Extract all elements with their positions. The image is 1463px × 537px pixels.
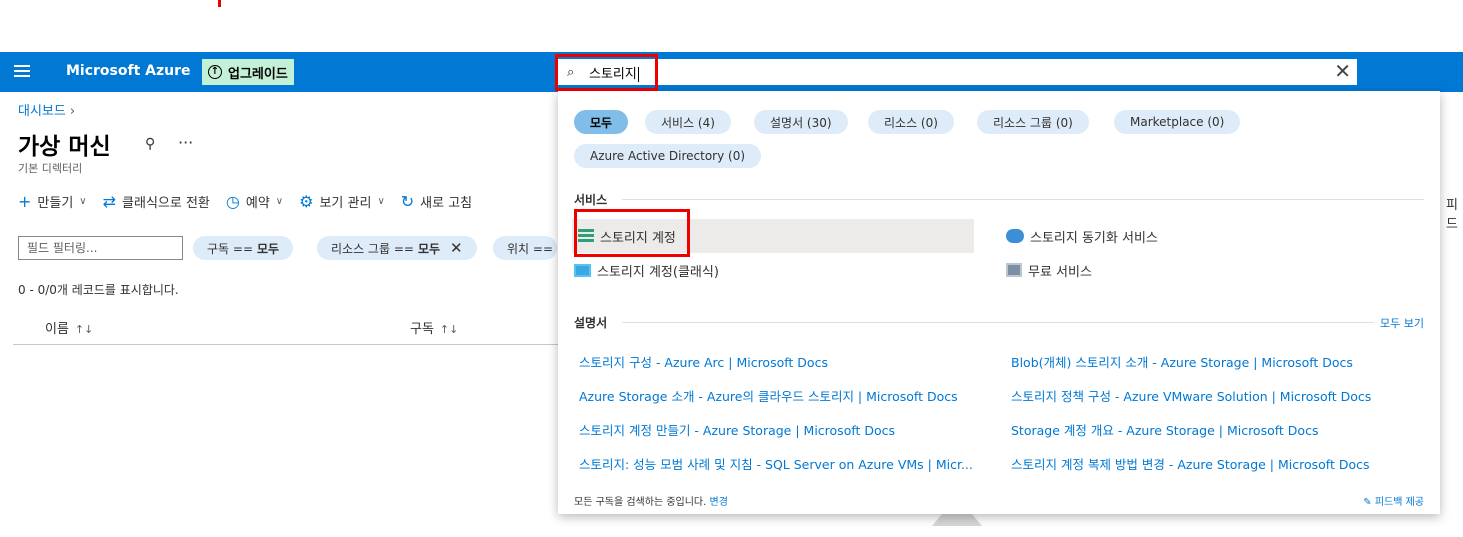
plus-icon: + [18, 192, 32, 211]
manage-view-label: 보기 관리 [319, 196, 372, 211]
breadcrumb: 대시보드 › [18, 100, 75, 119]
chip-resources[interactable]: 리소스 (0) [868, 110, 954, 134]
see-all-docs-link[interactable]: 모두 보기 [1380, 315, 1424, 331]
docs-section-title: 설명서 [574, 316, 608, 330]
breadcrumb-dashboard-link[interactable]: 대시보드 [18, 104, 66, 119]
chip-documentation[interactable]: 설명서 (30) [754, 110, 848, 134]
search-scope-text: 모든 구독을 검색하는 중입니다. [574, 497, 707, 508]
doc-link[interactable]: Storage 계정 개요 - Azure Storage | Microsof… [1011, 420, 1318, 439]
chip-all[interactable]: 모두 [574, 110, 629, 134]
service-label: 스토리지 계정(클래식) [597, 264, 719, 280]
table-divider [13, 344, 558, 345]
switch-icon: ⇄ [102, 192, 117, 211]
chip-resource-groups[interactable]: 리소스 그룹 (0) [977, 110, 1089, 134]
feedback-icon: ✎ [1363, 497, 1372, 508]
free-services-icon [1006, 263, 1022, 277]
manage-view-button[interactable]: ⚙ 보기 관리 ∨ [299, 192, 385, 211]
filter-pill-subscription[interactable]: 구독 == 모두 [193, 236, 294, 260]
search-input[interactable]: ⌕ 스토리지 ✕ [557, 59, 1357, 85]
close-icon[interactable]: ✕ [1334, 61, 1351, 81]
chip-azure-ad[interactable]: Azure Active Directory (0) [574, 144, 762, 168]
upgrade-button[interactable]: ↑ 업그레이드 [202, 59, 294, 85]
top-bar: Microsoft Azure ↑ 업그레이드 ⌕ 스토리지 ✕ [0, 52, 1463, 92]
filter-pill-value: 모두 [257, 241, 280, 256]
service-label: 스토리지 동기화 서비스 [1030, 230, 1158, 246]
storage-account-highlight-box [574, 209, 690, 257]
chevron-down-icon: ∨ [377, 196, 385, 207]
pin-icon[interactable]: ⚲ [145, 136, 155, 152]
filter-pill-resource-group[interactable]: 리소스 그룹 == 모두 ✕ [317, 236, 477, 260]
switch-classic-label: 클래식으로 전환 [122, 196, 210, 211]
search-scope-note: 모든 구독을 검색하는 중입니다. 변경 [574, 493, 728, 508]
chevron-right-icon: › [69, 104, 76, 119]
switch-classic-button[interactable]: ⇄ 클래식으로 전환 [103, 192, 210, 211]
column-subscription-label: 구독 [410, 322, 434, 337]
give-feedback-link[interactable]: ✎ 피드백 제공 [1363, 493, 1424, 508]
command-bar: + 만들기 ∨ ⇄ 클래식으로 전환 ◷ 예약 ∨ ⚙ 보기 관리 ∨ ↻ 새로 고침 [18, 192, 472, 211]
feedback-button-partial[interactable]: 피드 [1446, 194, 1463, 232]
section-divider [622, 322, 1374, 323]
services-section-title: 서비스 [574, 193, 608, 207]
sort-icon: ↑↓ [439, 323, 459, 336]
schedule-button[interactable]: ◷ 예약 ∨ [226, 192, 283, 211]
hamburger-menu-icon[interactable] [14, 65, 30, 79]
upgrade-label: 업그레이드 [228, 66, 288, 82]
refresh-icon: ↻ [400, 192, 415, 211]
clock-icon: ◷ [225, 192, 240, 211]
doc-link[interactable]: 스토리지 구성 - Azure Arc | Microsoft Docs [579, 352, 828, 371]
loading-indicator [932, 514, 982, 526]
field-filter-input[interactable]: 필드 필터링... [18, 236, 183, 260]
annotation-mark [218, 0, 221, 7]
filter-pill-value: 모두 [417, 241, 441, 256]
search-results-panel: 모두 서비스 (4) 설명서 (30) 리소스 (0) 리소스 그룹 (0) M… [558, 91, 1440, 514]
column-header-subscription[interactable]: 구독 ↑↓ [410, 318, 458, 337]
column-header-name[interactable]: 이름 ↑↓ [45, 318, 93, 337]
storage-classic-icon [574, 263, 591, 277]
brand-title[interactable]: Microsoft Azure [66, 63, 191, 79]
doc-link[interactable]: 스토리지 정책 구성 - Azure VMware Solution | Mic… [1011, 386, 1371, 405]
page-subtitle: 기본 디렉터리 [18, 162, 83, 175]
filter-pill-location[interactable]: 위치 == [493, 236, 558, 260]
chip-marketplace[interactable]: Marketplace (0) [1114, 110, 1241, 134]
service-label: 무료 서비스 [1028, 264, 1092, 280]
service-storage-sync[interactable]: 스토리지 동기화 서비스 [1006, 219, 1158, 253]
doc-link[interactable]: Azure Storage 소개 - Azure의 클라우드 스토리지 | Mi… [579, 386, 958, 405]
close-icon[interactable]: ✕ [450, 239, 463, 257]
filter-pill-key: 리소스 그룹 == [331, 241, 414, 256]
chevron-down-icon: ∨ [275, 196, 284, 207]
chevron-down-icon: ∨ [79, 196, 87, 207]
page-title: 가상 머신 [18, 134, 111, 160]
create-button[interactable]: + 만들기 ∨ [18, 192, 87, 211]
section-divider [622, 199, 1424, 200]
doc-link[interactable]: 스토리지: 성능 모범 사례 및 지침 - SQL Server on Azur… [579, 454, 973, 473]
record-count: 0 - 0/0개 레코드를 표시합니다. [18, 283, 179, 297]
gear-icon: ⚙ [299, 192, 314, 211]
more-icon[interactable]: ··· [178, 133, 193, 152]
arrow-up-icon: ↑ [208, 65, 222, 79]
search-highlight-box [555, 54, 658, 91]
sort-icon: ↑↓ [74, 323, 94, 336]
doc-link[interactable]: 스토리지 계정 만들기 - Azure Storage | Microsoft … [579, 420, 895, 439]
column-name-label: 이름 [45, 322, 69, 337]
filter-pill-key: 구독 == [207, 241, 254, 256]
doc-link[interactable]: 스토리지 계정 복제 방법 변경 - Azure Storage | Micro… [1011, 454, 1370, 473]
feedback-label: 피드백 제공 [1374, 497, 1424, 508]
filter-pill-key: 위치 == [507, 241, 554, 256]
change-scope-link[interactable]: 변경 [710, 497, 728, 508]
storage-sync-icon [1006, 229, 1024, 243]
service-storage-classic[interactable]: 스토리지 계정(클래식) [574, 253, 719, 287]
chip-services[interactable]: 서비스 (4) [645, 110, 731, 134]
refresh-button[interactable]: ↻ 새로 고침 [401, 192, 472, 211]
refresh-label: 새로 고침 [420, 196, 473, 211]
create-label: 만들기 [37, 196, 74, 211]
doc-link[interactable]: Blob(개체) 스토리지 소개 - Azure Storage | Micro… [1011, 352, 1353, 371]
schedule-label: 예약 [245, 196, 270, 211]
service-free-services[interactable]: 무료 서비스 [1006, 253, 1092, 287]
